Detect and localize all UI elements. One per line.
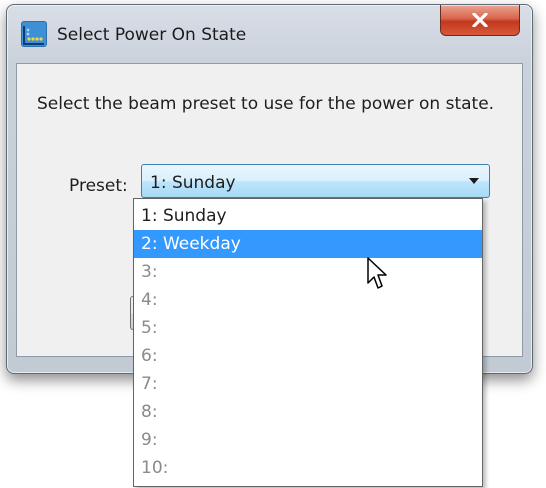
preset-option-4[interactable]: 4: xyxy=(134,286,482,314)
close-button[interactable] xyxy=(440,5,520,36)
instruction-text: Select the beam preset to use for the po… xyxy=(37,94,495,114)
preset-option-10[interactable]: 10: xyxy=(134,454,482,482)
screen: Select Power On State Select the beam pr… xyxy=(0,0,546,488)
mouse-pointer-icon xyxy=(367,257,387,289)
preset-combobox[interactable]: 1: Sunday xyxy=(141,164,490,198)
title-bar[interactable]: Select Power On State xyxy=(7,5,532,63)
preset-option-9[interactable]: 9: xyxy=(134,426,482,454)
preset-dropdown-list: 1: Sunday 2: Weekday 3: 4: 5: 6: 7: 8: 9… xyxy=(133,198,483,487)
preset-option-8[interactable]: 8: xyxy=(134,398,482,426)
preset-selected-value: 1: Sunday xyxy=(150,173,236,193)
preset-option-3[interactable]: 3: xyxy=(134,258,482,286)
preset-option-2[interactable]: 2: Weekday xyxy=(134,230,482,258)
preset-option-6[interactable]: 6: xyxy=(134,342,482,370)
app-grid-icon xyxy=(21,21,47,47)
preset-option-5[interactable]: 5: xyxy=(134,314,482,342)
close-icon xyxy=(472,13,488,27)
window-title: Select Power On State xyxy=(57,25,247,45)
preset-option-1[interactable]: 1: Sunday xyxy=(134,202,482,230)
chevron-down-icon[interactable] xyxy=(469,178,479,184)
preset-option-7[interactable]: 7: xyxy=(134,370,482,398)
preset-label: Preset: xyxy=(69,176,128,196)
